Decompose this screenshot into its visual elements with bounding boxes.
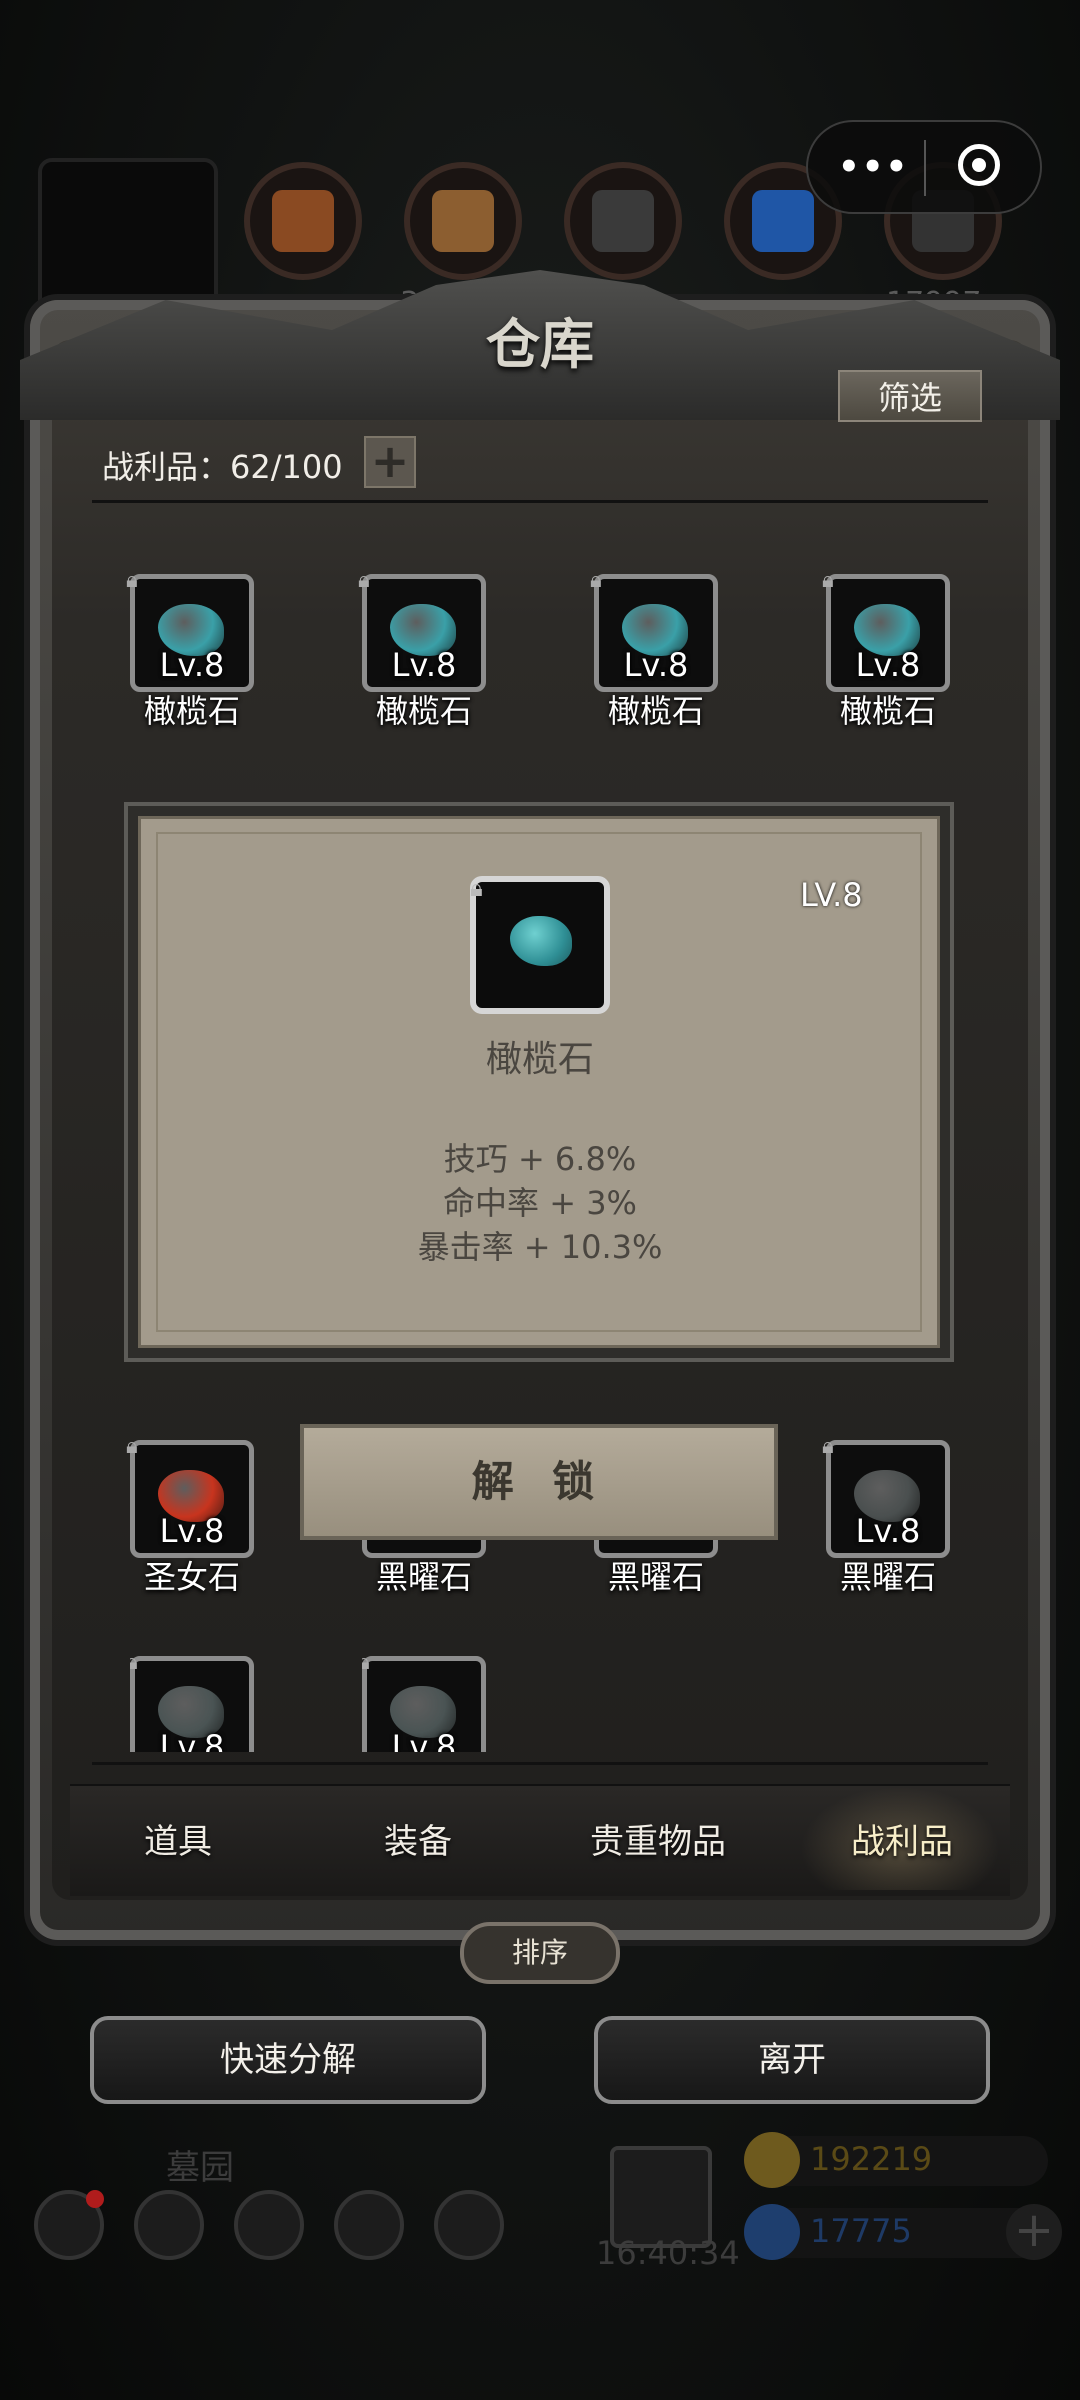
notification-dot — [86, 2190, 104, 2208]
detail-stat-crit-rate: 暴击率 + 10.3% — [417, 1228, 663, 1266]
divider — [92, 500, 988, 503]
guild-icon[interactable] — [234, 2190, 304, 2260]
loot-capacity: 战利品：62/100 — [102, 448, 343, 486]
tab-loot[interactable]: 战利品 — [802, 1814, 1002, 1863]
item-name: 橄榄石 — [375, 692, 472, 730]
sort-button[interactable]: 排序 — [460, 1922, 620, 1984]
item-name: 橄榄石 — [143, 692, 240, 730]
lock-icon: 🔒︎ — [590, 568, 602, 593]
resource-slot-wood — [244, 162, 362, 280]
more-dots-icon[interactable]: ••• — [838, 150, 908, 184]
unlock-button[interactable]: 解 锁 — [300, 1424, 778, 1540]
tab-divider — [92, 1762, 988, 1765]
shop-icon[interactable] — [434, 2190, 504, 2260]
item-level: Lv.8 — [623, 646, 689, 684]
item-name: 橄榄石 — [839, 692, 936, 730]
gold-amount: 192219 — [810, 2140, 933, 2178]
lock-icon: 🔒︎ — [126, 1434, 138, 1459]
loot-item[interactable]: 🔒︎ Lv.8 — [590, 568, 718, 698]
loot-item[interactable]: 🔒︎ Lv.8 — [822, 1434, 950, 1564]
detail-item-icon: 🔒︎ — [470, 874, 610, 1014]
detail-item-level: LV.8 — [800, 876, 863, 914]
item-level: Lv.8 — [159, 1728, 225, 1752]
item-name: 黑曜石 — [375, 1558, 472, 1596]
capsule-divider — [924, 140, 926, 196]
miniprogram-capsule: ••• — [806, 120, 1042, 214]
tab-equipment[interactable]: 装备 — [318, 1814, 518, 1863]
item-level: Lv.8 — [159, 646, 225, 684]
target-circle-icon[interactable] — [958, 144, 1000, 186]
mail-icon[interactable] — [334, 2190, 404, 2260]
item-level: Lv.8 — [159, 1512, 225, 1550]
achievement-icon[interactable] — [134, 2190, 204, 2260]
item-level: Lv.8 — [391, 1728, 457, 1752]
detail-stat-hit-rate: 命中率 + 3% — [443, 1184, 637, 1222]
loot-item[interactable]: 🔒︎ Lv.8 — [126, 568, 254, 698]
leave-button[interactable]: 离开 — [594, 2016, 990, 2104]
loot-item[interactable]: 🔒︎ Lv.8 — [358, 568, 486, 698]
item-level: Lv.8 — [855, 1512, 921, 1550]
add-currency-button[interactable]: + — [1006, 2204, 1062, 2260]
gem-amount: 17775 — [810, 2212, 912, 2250]
quick-decompose-button[interactable]: 快速分解 — [90, 2016, 486, 2104]
loot-item[interactable]: 🔒︎ Lv.8 — [126, 1434, 254, 1564]
timer: 16:40:34 — [596, 2234, 740, 2272]
detail-item-name: 橄榄石 — [485, 1039, 594, 1080]
wood-icon — [272, 190, 334, 252]
lock-icon: 🔒︎ — [822, 1434, 834, 1459]
item-name: 黑曜石 — [839, 1558, 936, 1596]
player-avatar[interactable] — [38, 158, 218, 316]
lock-icon: 🔒︎ — [358, 568, 370, 593]
lock-icon: 🔒︎ — [470, 874, 483, 902]
detail-stat-skill: 技巧 + 6.8% — [443, 1140, 637, 1178]
warehouse-title: 仓库 — [486, 312, 594, 376]
iron-icon — [592, 190, 654, 252]
tab-props[interactable]: 道具 — [78, 1814, 278, 1863]
tab-valuables[interactable]: 贵重物品 — [558, 1814, 758, 1863]
item-level: Lv.8 — [855, 646, 921, 684]
resource-slot-plank — [404, 162, 522, 280]
olivine-gem-icon — [510, 916, 572, 966]
location-name: 墓园 — [166, 2148, 234, 2188]
filter-button[interactable]: 筛选 — [838, 370, 982, 422]
lock-icon: 🔒︎ — [362, 1656, 370, 1675]
item-name: 黑曜石 — [607, 1558, 704, 1596]
loot-item[interactable]: 🔒︎ Lv.8 — [822, 568, 950, 698]
lock-icon: 🔒︎ — [822, 568, 834, 593]
crystal-icon — [752, 190, 814, 252]
item-level: Lv.8 — [391, 646, 457, 684]
lock-icon: 🔒︎ — [130, 1656, 138, 1675]
lock-icon: 🔒︎ — [126, 568, 138, 593]
item-name: 圣女石 — [143, 1558, 240, 1596]
blue-gem-icon — [744, 2204, 800, 2260]
plus-icon: + — [370, 434, 410, 488]
plank-icon — [432, 190, 494, 252]
loot-item[interactable]: 🔒︎ Lv.8 — [130, 1656, 254, 1752]
expand-capacity-button[interactable]: + — [364, 436, 416, 488]
item-name: 橄榄石 — [607, 692, 704, 730]
resource-slot-iron — [564, 162, 682, 280]
gift-box-icon[interactable] — [610, 2146, 712, 2248]
loot-item[interactable]: 🔒︎ Lv.8 — [362, 1656, 486, 1752]
gold-coin-icon — [744, 2132, 800, 2188]
